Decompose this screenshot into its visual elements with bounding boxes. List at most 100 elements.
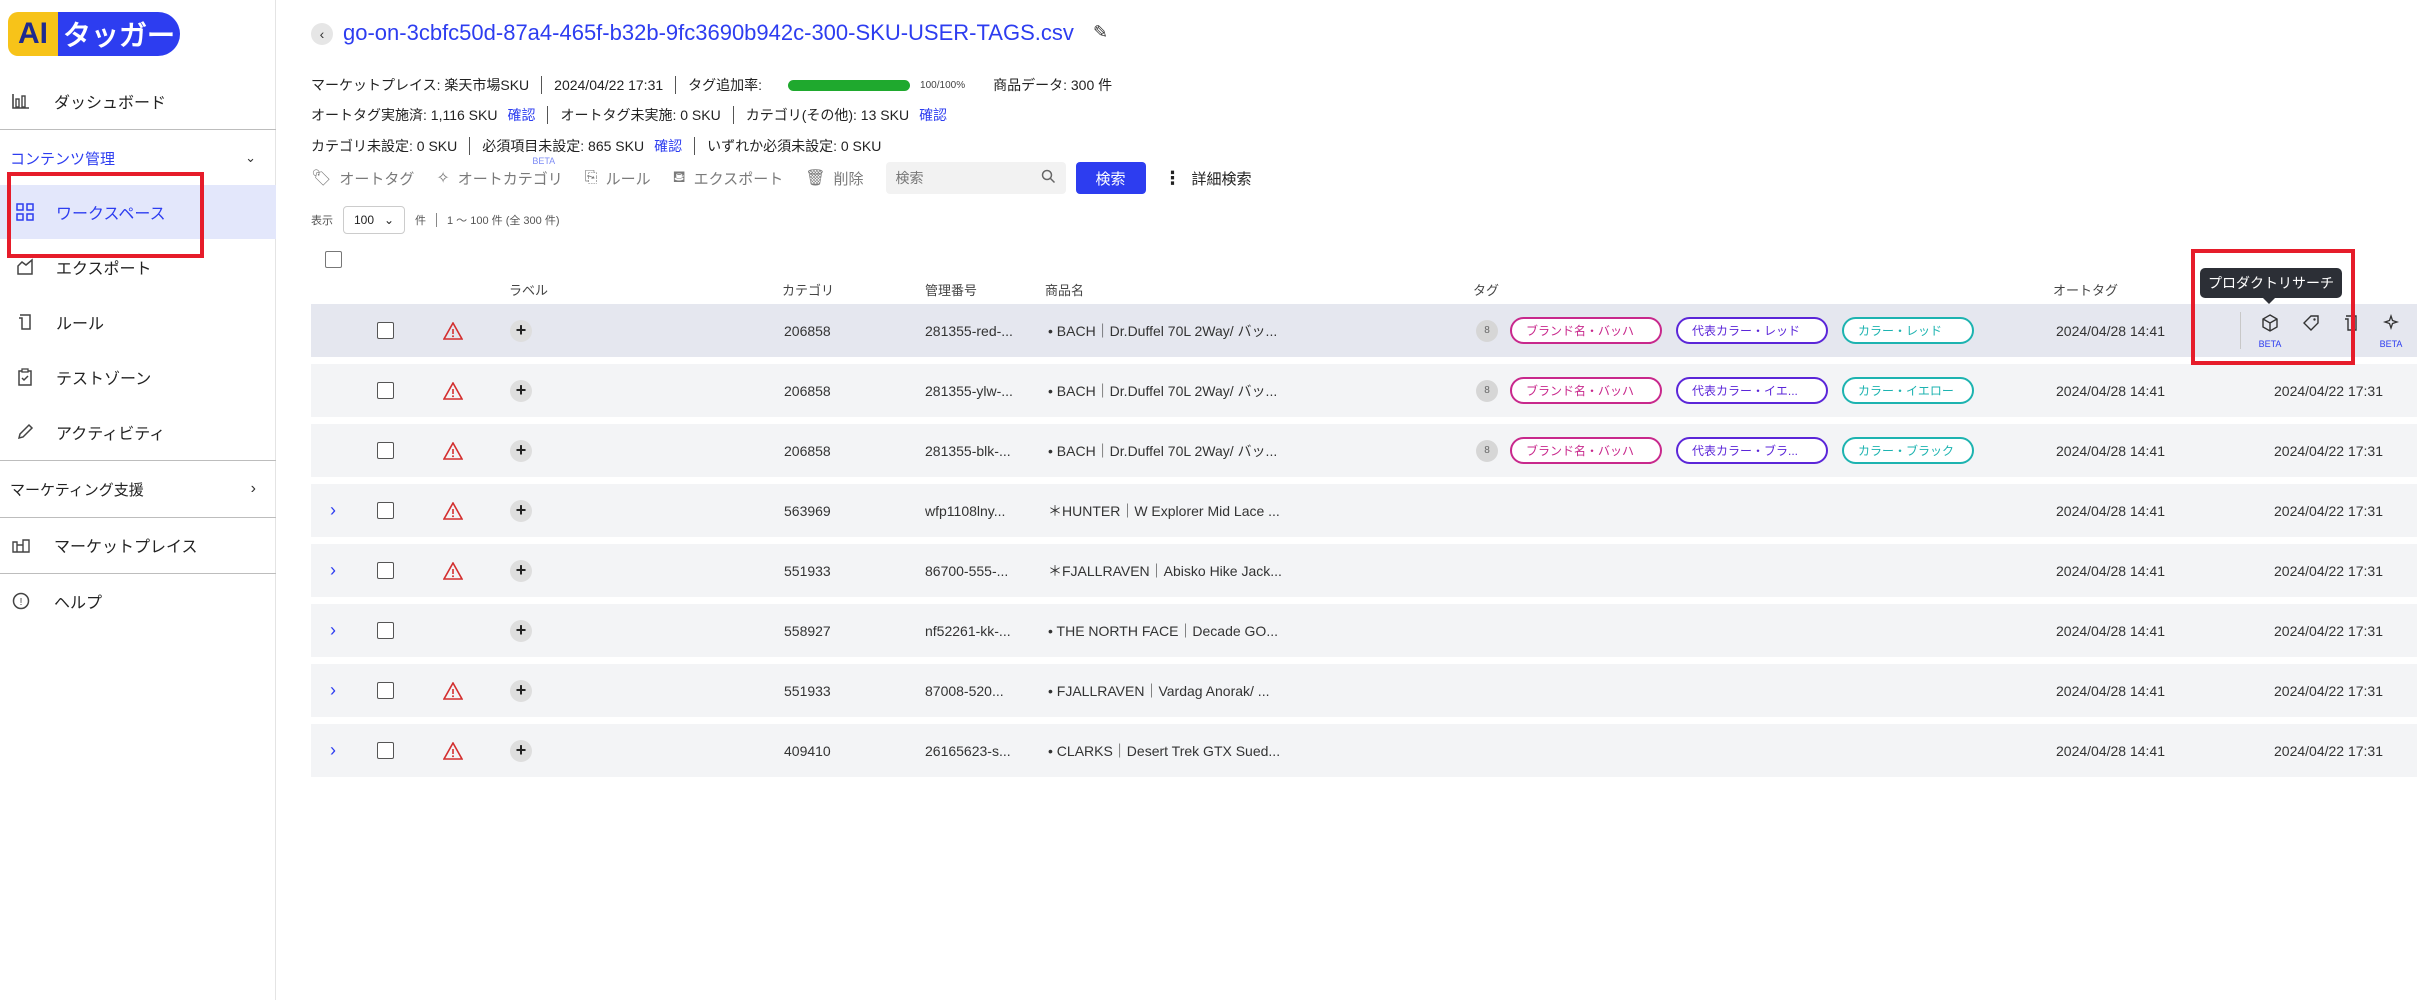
export-button[interactable]: ⛾ エクスポート: [673, 168, 784, 189]
show-label: 表示: [311, 215, 333, 227]
row-checkbox-cell[interactable]: [377, 544, 394, 597]
ai-sparkle-button[interactable]: BETA: [2376, 313, 2406, 349]
cell-product-name[interactable]: • BACH｜Dr.Duffel 70L 2Way/ バッ...: [1048, 304, 1277, 357]
advanced-search-button[interactable]: ⋮ 詳細検索: [1164, 168, 1252, 189]
row-checkbox-cell[interactable]: [377, 604, 394, 657]
add-label-button[interactable]: +: [510, 319, 532, 342]
add-label-cell[interactable]: +: [510, 424, 532, 477]
add-label-cell[interactable]: +: [510, 364, 532, 417]
tag-pill[interactable]: カラー・ブラック: [1842, 437, 1974, 464]
select-all-checkbox[interactable]: [325, 251, 342, 268]
search-button[interactable]: 検索: [1075, 162, 1146, 194]
add-label-button[interactable]: +: [510, 499, 532, 522]
row-checkbox-cell[interactable]: [377, 484, 394, 537]
tag-pill[interactable]: ブランド名・バッハ: [1510, 377, 1662, 404]
tag-pill[interactable]: カラー・イエロー: [1842, 377, 1974, 404]
expand-row-chevron[interactable]: ›: [330, 544, 336, 597]
table-row[interactable]: +206858 281355-red-... • BACH｜Dr.Duffel 70…: [311, 304, 2417, 357]
sidebar-item-help[interactable]: ! ヘルプ: [0, 574, 276, 628]
row-checkbox[interactable]: [377, 442, 394, 459]
back-button[interactable]: ‹: [311, 23, 333, 45]
table-row[interactable]: › +563969 wfp1108lny... ＊HUNTER｜W Explorer …: [311, 484, 2417, 537]
add-label-button[interactable]: +: [510, 739, 532, 762]
warning-icon[interactable]: [443, 724, 463, 777]
sidebar-item-rule[interactable]: ルール: [0, 295, 276, 349]
row-checkbox[interactable]: [377, 562, 394, 579]
cell-product-name[interactable]: • THE NORTH FACE｜Decade GO...: [1048, 604, 1278, 657]
add-label-cell[interactable]: +: [510, 304, 532, 357]
table-row[interactable]: › +551933 86700-555-... ＊FJALLRAVEN｜Abisko …: [311, 544, 2417, 597]
expand-row-chevron[interactable]: ›: [330, 664, 336, 717]
add-label-cell[interactable]: +: [510, 484, 532, 537]
table-row[interactable]: +206858 281355-ylw-... • BACH｜Dr.Duffel 70…: [311, 364, 2417, 417]
row-checkbox-cell[interactable]: [377, 304, 394, 357]
cell-product-name[interactable]: ＊HUNTER｜W Explorer Mid Lace ...: [1048, 484, 1280, 537]
highlight-box-workspace: [7, 172, 204, 258]
table-row[interactable]: › +558927 nf52261-kk-... • THE NORTH FACE｜D…: [311, 604, 2417, 657]
cell-product-name[interactable]: • CLARKS｜Desert Trek GTX Sued...: [1048, 724, 1280, 777]
autocategory-button[interactable]: ✧ オートカテゴリ BETA: [436, 156, 562, 189]
cell-autotag-date: 2024/04/28 14:41: [2056, 502, 2165, 519]
cell-date: 2024/04/22 17:31: [2274, 682, 2383, 699]
row-checkbox[interactable]: [377, 322, 394, 339]
cell-product-name[interactable]: • BACH｜Dr.Duffel 70L 2Way/ バッ...: [1048, 424, 1277, 477]
cell-product-name[interactable]: • FJALLRAVEN｜Vardag Anorak/ ...: [1048, 664, 1269, 717]
sidebar-item-label: アクティビティ: [56, 426, 166, 443]
tag-pill[interactable]: カラー・レッド: [1842, 317, 1974, 344]
edit-title-icon[interactable]: ✎: [1093, 22, 1108, 43]
cell-product-name[interactable]: • BACH｜Dr.Duffel 70L 2Way/ バッ...: [1048, 364, 1277, 417]
sidebar-section-marketing[interactable]: マーケティング支援 ›: [0, 469, 276, 509]
add-label-cell[interactable]: +: [510, 604, 532, 657]
table-row[interactable]: › +551933 87008-520... • FJALLRAVEN｜Vardag …: [311, 664, 2417, 717]
tag-pill[interactable]: ブランド名・バッハ: [1510, 317, 1662, 344]
warning-icon[interactable]: [443, 664, 463, 717]
separator: [675, 76, 677, 94]
row-checkbox-cell[interactable]: [377, 424, 394, 477]
delete-button[interactable]: 🗑︎ 削除: [805, 168, 863, 189]
add-label-button[interactable]: +: [510, 379, 532, 402]
row-checkbox-cell[interactable]: [377, 364, 394, 417]
tag-pill[interactable]: ブランド名・バッハ: [1510, 437, 1662, 464]
add-label-button[interactable]: +: [510, 559, 532, 582]
expand-row-chevron[interactable]: ›: [330, 604, 336, 657]
warning-icon[interactable]: [443, 484, 463, 537]
expand-row-chevron[interactable]: ›: [330, 484, 336, 537]
row-checkbox[interactable]: [377, 682, 394, 699]
warning-icon[interactable]: [443, 544, 463, 597]
add-label-button[interactable]: +: [510, 679, 532, 702]
pager: 表示 100 ⌄ 件 1 〜 100 件 (全 300 件): [311, 206, 560, 234]
tag-pill[interactable]: 代表カラー・レッド: [1676, 317, 1828, 344]
confirm-autotag-link[interactable]: 確認: [507, 105, 535, 125]
table-row[interactable]: › +409410 26165623-s... • CLARKS｜Desert Tre…: [311, 724, 2417, 777]
search-input[interactable]: 検索: [885, 162, 1066, 194]
row-checkbox-cell[interactable]: [377, 664, 394, 717]
add-label-cell[interactable]: +: [510, 724, 532, 777]
row-checkbox[interactable]: [377, 622, 394, 639]
page-size-select[interactable]: 100 ⌄: [343, 206, 405, 234]
row-checkbox[interactable]: [377, 502, 394, 519]
add-label-cell[interactable]: +: [510, 544, 532, 597]
row-checkbox[interactable]: [377, 382, 394, 399]
sidebar-item-activity[interactable]: アクティビティ: [0, 405, 276, 459]
warning-icon[interactable]: [443, 364, 463, 417]
warning-icon[interactable]: [443, 424, 463, 477]
row-checkbox-cell[interactable]: [377, 724, 394, 777]
add-label-cell[interactable]: +: [510, 664, 532, 717]
expand-row-chevron[interactable]: ›: [330, 724, 336, 777]
autotag-button[interactable]: 🏷︎ オートタグ: [311, 168, 414, 189]
tag-pill[interactable]: 代表カラー・イエ...: [1676, 377, 1828, 404]
add-label-button[interactable]: +: [510, 619, 532, 642]
add-label-button[interactable]: +: [510, 439, 532, 462]
app-logo[interactable]: AI タッガー: [8, 12, 180, 56]
sidebar-item-marketplace[interactable]: マーケットプレイス: [0, 518, 276, 572]
row-checkbox[interactable]: [377, 742, 394, 759]
sidebar-item-dashboard[interactable]: ダッシュボード: [0, 74, 276, 128]
warning-icon[interactable]: [443, 304, 463, 357]
sidebar-item-testzone[interactable]: テストゾーン: [0, 350, 276, 404]
confirm-category-link[interactable]: 確認: [919, 105, 947, 125]
tag-pill[interactable]: 代表カラー・ブラ...: [1676, 437, 1828, 464]
cell-product-name[interactable]: ＊FJALLRAVEN｜Abisko Hike Jack...: [1048, 544, 1282, 597]
confirm-required-link[interactable]: 確認: [654, 136, 682, 156]
rule-button[interactable]: ⎘ ルール: [585, 168, 651, 189]
table-row[interactable]: +206858 281355-blk-... • BACH｜Dr.Duffel 70…: [311, 424, 2417, 477]
